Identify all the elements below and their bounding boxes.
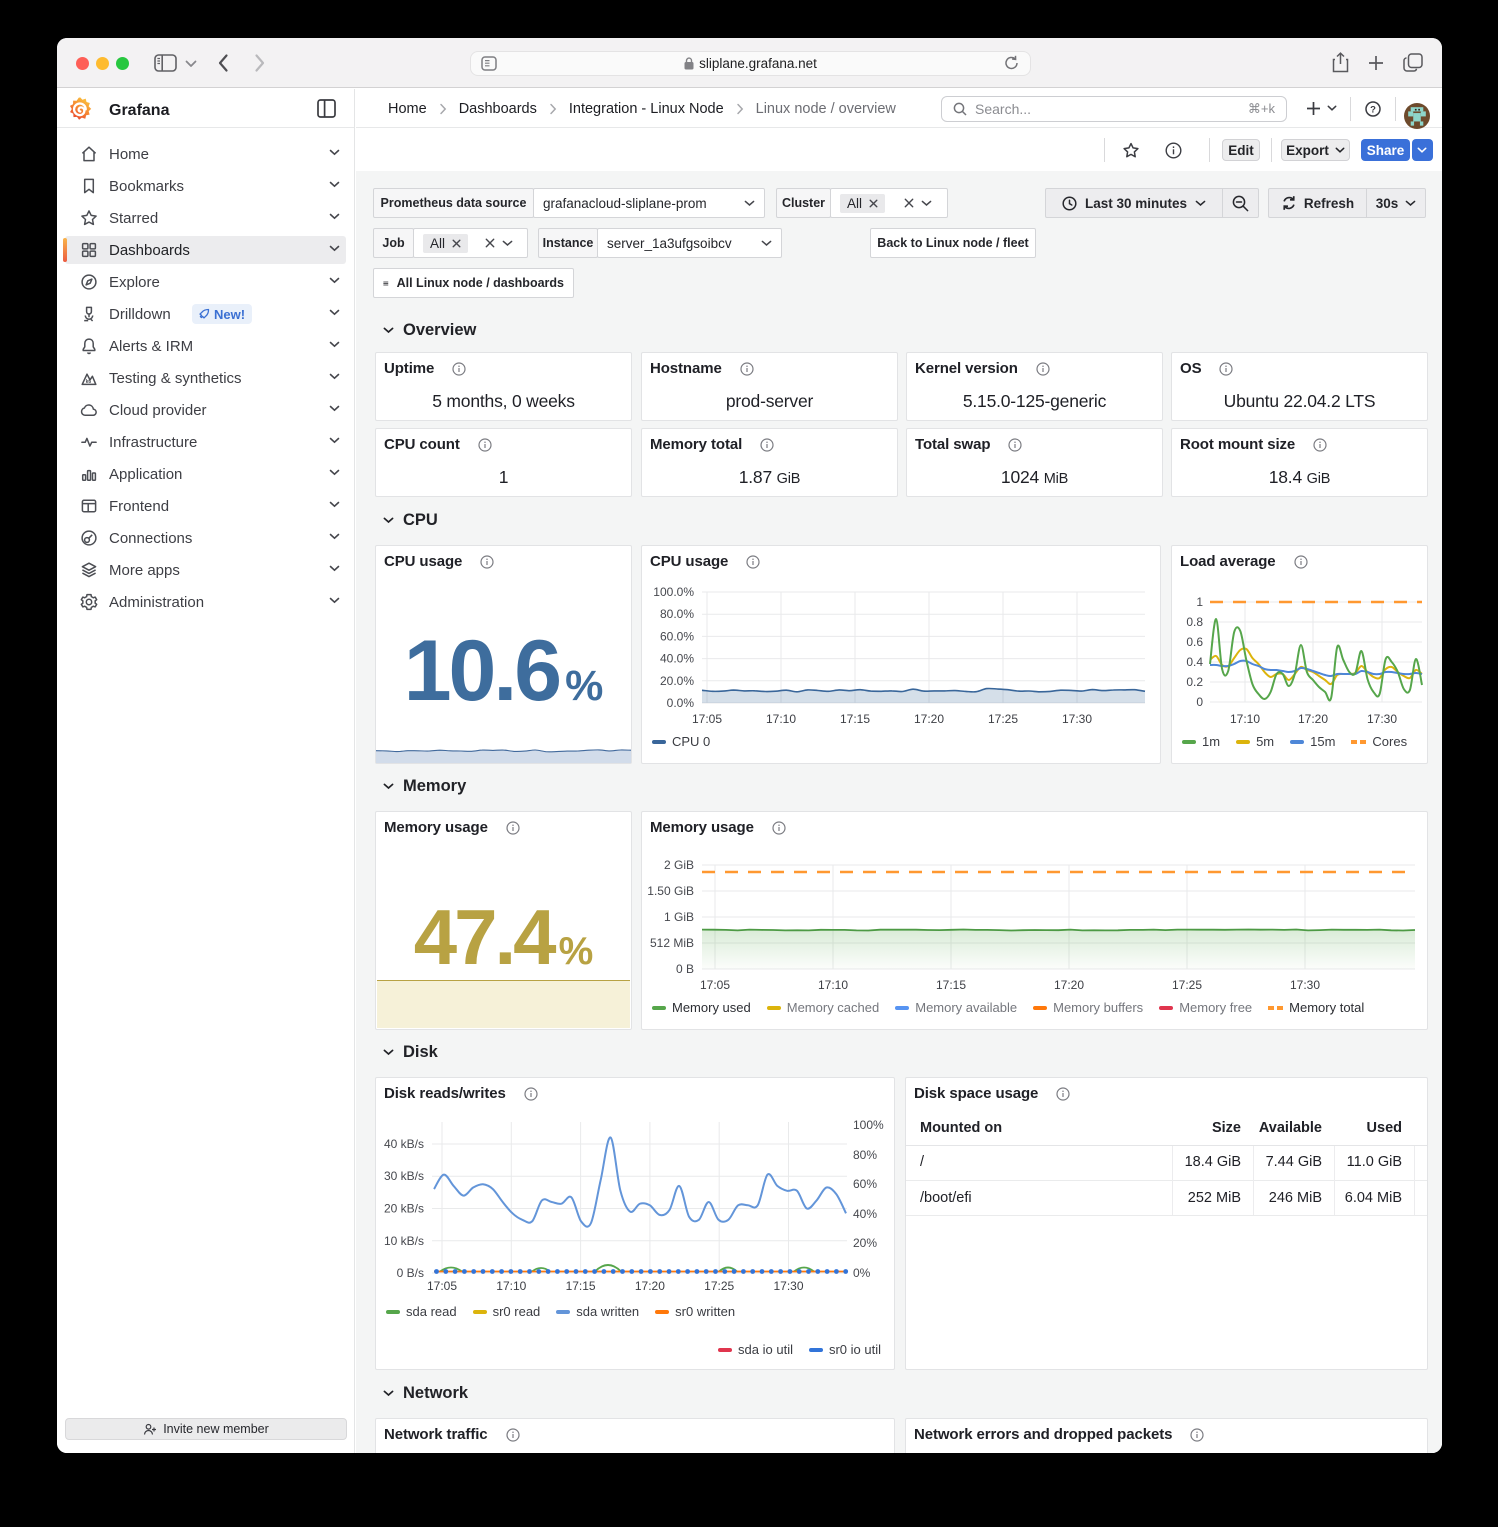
svg-text:60.0%: 60.0% (660, 629, 694, 643)
svg-text:1 GiB: 1 GiB (664, 910, 694, 924)
svg-text:0 B/s: 0 B/s (397, 1266, 424, 1280)
svg-text:100.0%: 100.0% (653, 585, 694, 599)
svg-text:k6: k6 (86, 379, 92, 385)
svg-text:20%: 20% (853, 1236, 877, 1250)
svg-text:17:10: 17:10 (818, 978, 848, 992)
svg-text:17:20: 17:20 (1298, 712, 1328, 726)
svg-text:20.0%: 20.0% (660, 674, 694, 688)
svg-text:0 B: 0 B (676, 962, 694, 976)
svg-text:17:25: 17:25 (704, 1279, 734, 1293)
svg-text:17:20: 17:20 (635, 1279, 665, 1293)
svg-text:0.0%: 0.0% (667, 696, 695, 710)
svg-text:?: ? (1370, 104, 1376, 115)
svg-text:512 MiB: 512 MiB (650, 936, 694, 950)
svg-text:17:25: 17:25 (988, 712, 1018, 726)
svg-text:10 kB/s: 10 kB/s (384, 1234, 424, 1248)
svg-text:30 kB/s: 30 kB/s (384, 1169, 424, 1183)
svg-text:17:30: 17:30 (1290, 978, 1320, 992)
svg-text:0: 0 (1196, 695, 1203, 709)
svg-text:17:15: 17:15 (936, 978, 966, 992)
svg-text:60%: 60% (853, 1177, 877, 1191)
svg-text:0.2: 0.2 (1186, 675, 1203, 689)
svg-text:17:25: 17:25 (1172, 978, 1202, 992)
svg-text:17:05: 17:05 (692, 712, 722, 726)
svg-text:40%: 40% (853, 1207, 877, 1221)
svg-text:80%: 80% (853, 1148, 877, 1162)
svg-text:100%: 100% (853, 1118, 884, 1132)
svg-text:17:15: 17:15 (566, 1279, 596, 1293)
svg-text:17:30: 17:30 (773, 1279, 803, 1293)
svg-text:17:05: 17:05 (700, 978, 730, 992)
svg-text:0.8: 0.8 (1186, 615, 1203, 629)
svg-text:1.50 GiB: 1.50 GiB (647, 884, 694, 898)
svg-text:40.0%: 40.0% (660, 652, 694, 666)
svg-text:17:20: 17:20 (1054, 978, 1084, 992)
svg-text:0.6: 0.6 (1186, 635, 1203, 649)
svg-text:80.0%: 80.0% (660, 607, 694, 621)
svg-text:20 kB/s: 20 kB/s (384, 1202, 424, 1216)
svg-text:1: 1 (1196, 595, 1203, 609)
svg-text:17:30: 17:30 (1367, 712, 1397, 726)
svg-text:17:15: 17:15 (840, 712, 870, 726)
svg-text:17:05: 17:05 (427, 1279, 457, 1293)
svg-text:17:10: 17:10 (1230, 712, 1260, 726)
svg-text:17:10: 17:10 (496, 1279, 526, 1293)
svg-text:17:20: 17:20 (914, 712, 944, 726)
svg-text:40 kB/s: 40 kB/s (384, 1137, 424, 1151)
svg-text:0%: 0% (853, 1266, 871, 1280)
svg-text:17:30: 17:30 (1062, 712, 1092, 726)
svg-text:0.4: 0.4 (1186, 655, 1203, 669)
svg-text:17:10: 17:10 (766, 712, 796, 726)
svg-text:2 GiB: 2 GiB (664, 858, 694, 872)
